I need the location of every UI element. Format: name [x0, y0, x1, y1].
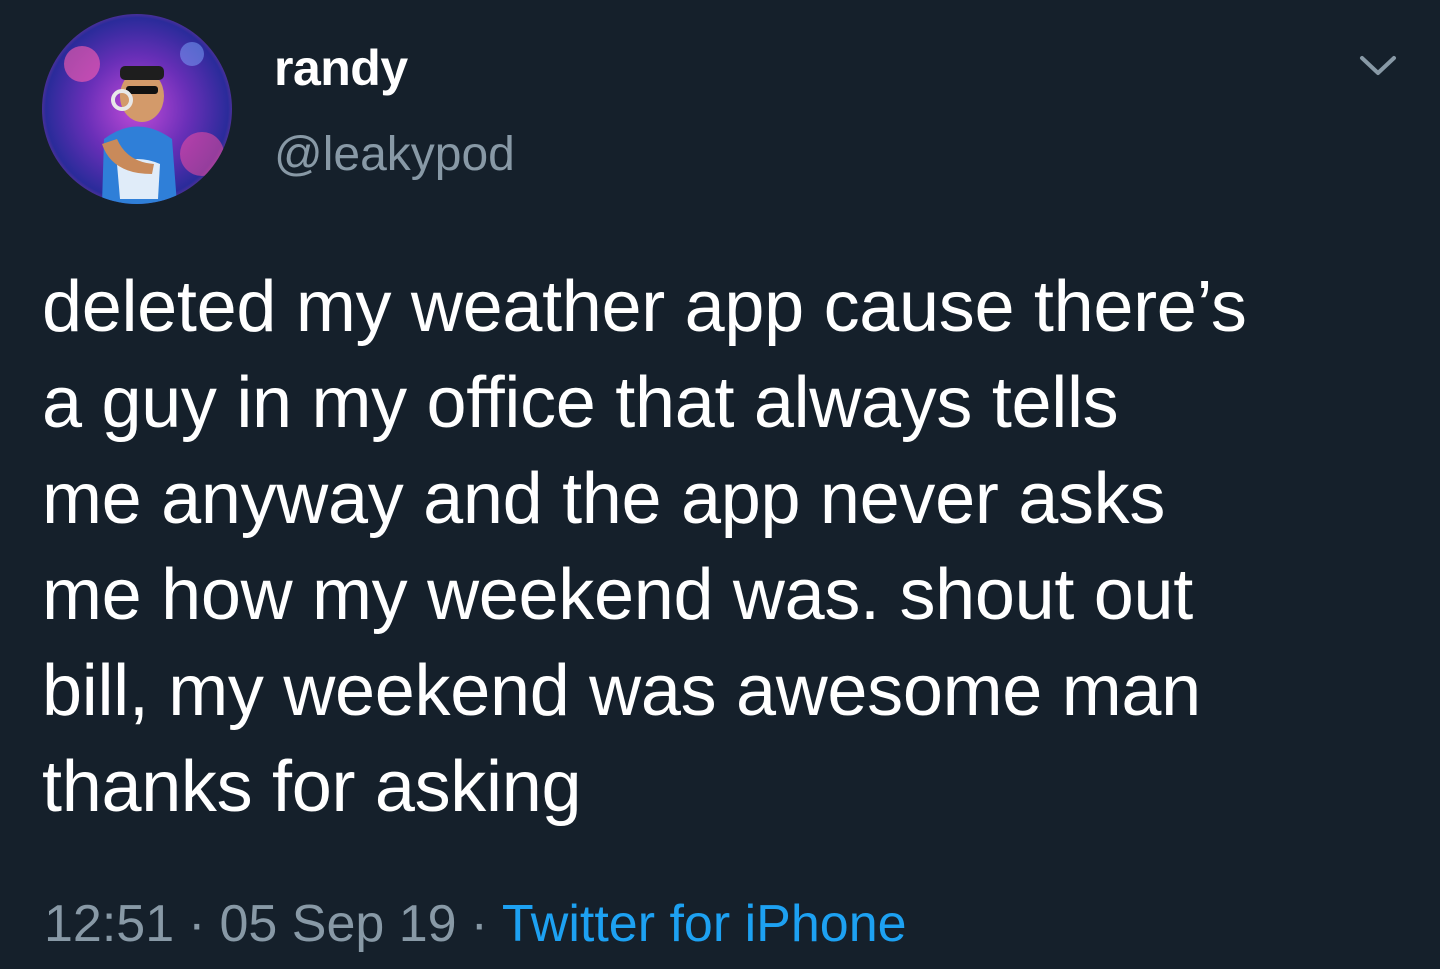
tweet-source-link[interactable]: Twitter for iPhone	[502, 895, 907, 953]
tweet-date: 05 Sep 19	[219, 895, 457, 953]
tweet-meta: 12:51 · 05 Sep 19 · Twitter for iPhone	[44, 892, 907, 956]
tweet-text: deleted my weather app cause there’s a g…	[42, 267, 1247, 827]
avatar-image	[42, 14, 232, 204]
meta-separator: ·	[470, 895, 488, 953]
chevron-down-icon[interactable]	[1356, 48, 1400, 82]
tweet-card: randy @leakypod deleted my weather app c…	[0, 0, 1440, 969]
meta-separator: ·	[188, 895, 206, 953]
avatar[interactable]	[42, 14, 232, 204]
author-handle[interactable]: @leakypod	[274, 126, 515, 184]
author-display-name[interactable]: randy	[274, 38, 408, 98]
tweet-time: 12:51	[44, 895, 175, 953]
